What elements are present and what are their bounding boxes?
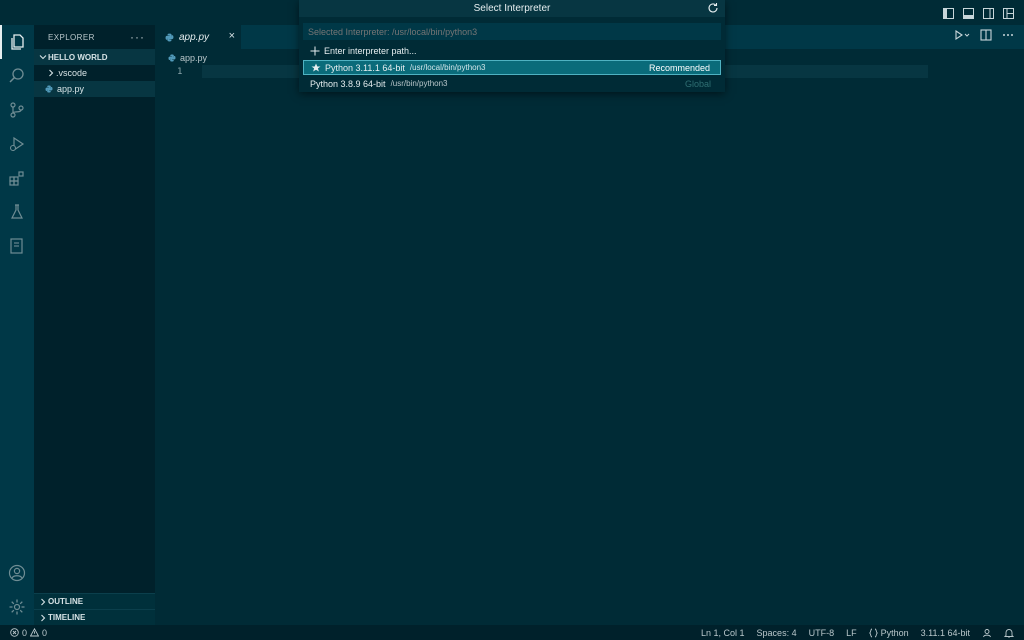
warning-count: 0 [42, 627, 48, 638]
explorer-icon[interactable] [0, 25, 34, 59]
warning-icon [30, 628, 40, 637]
problems-indicator[interactable]: 0 0 [10, 625, 47, 640]
python-file-icon [44, 85, 54, 93]
run-python-file-icon[interactable] [954, 29, 970, 41]
interpreter-option-python-3-11[interactable]: Python 3.11.1 64-bit /usr/local/bin/pyth… [303, 60, 721, 75]
line-number: 1 [177, 67, 183, 77]
more-actions-icon[interactable] [1002, 29, 1014, 41]
editor-actions [954, 29, 1014, 41]
extensions-icon[interactable] [0, 161, 34, 195]
end-of-line[interactable]: LF [846, 628, 857, 638]
toggle-secondary-sidebar-icon[interactable] [980, 5, 996, 21]
refresh-icon[interactable] [707, 2, 719, 14]
tree-item-vscode[interactable]: .vscode [34, 65, 155, 81]
outline-section[interactable]: OUTLINE [34, 593, 155, 609]
braces-icon [868, 628, 878, 638]
error-count: 0 [22, 627, 28, 638]
timeline-label: TIMELINE [48, 613, 86, 622]
code-editor[interactable]: 1 [155, 65, 1024, 625]
chevron-down-icon [38, 53, 48, 61]
split-editor-icon[interactable] [980, 29, 992, 41]
toggle-primary-sidebar-icon[interactable] [940, 5, 956, 21]
chevron-right-icon [38, 614, 48, 622]
status-bar-right: Ln 1, Col 1 Spaces: 4 UTF-8 LF Python 3.… [701, 625, 1014, 640]
accounts-icon[interactable] [0, 556, 34, 590]
close-tab-icon[interactable]: × [229, 30, 235, 42]
notifications-bell-icon[interactable] [1004, 628, 1014, 638]
feedback-icon[interactable] [982, 628, 992, 638]
settings-gear-icon[interactable] [0, 590, 34, 624]
encoding[interactable]: UTF-8 [809, 628, 835, 638]
run-debug-icon[interactable] [0, 127, 34, 161]
timeline-section[interactable]: TIMELINE [34, 609, 155, 625]
python-file-icon [165, 33, 174, 42]
toggle-panel-icon[interactable] [960, 5, 976, 21]
quickpick-title: Select Interpreter [473, 3, 551, 14]
chevron-right-icon [38, 598, 48, 606]
recommended-badge: Recommended [648, 62, 710, 73]
status-bar: 0 0 Ln 1, Col 1 Spaces: 4 UTF-8 LF Pytho… [0, 625, 1024, 640]
outline-label: OUTLINE [48, 597, 84, 606]
testing-icon[interactable] [0, 195, 34, 229]
quickpick-title-bar: Select Interpreter [299, 0, 725, 17]
interpreter-name: Python 3.11.1 64-bit [325, 62, 405, 73]
notebook-icon[interactable] [0, 229, 34, 263]
tree-item-app-py[interactable]: app.py [34, 81, 155, 97]
enter-interpreter-path-option[interactable]: Enter interpreter path... [303, 43, 721, 58]
search-icon[interactable] [0, 59, 34, 93]
python-file-icon [168, 54, 176, 62]
explorer-title: EXPLORER [48, 32, 95, 42]
language-label: Python [880, 627, 909, 638]
tree-item-label: .vscode [56, 68, 88, 78]
customize-layout-icon[interactable] [1000, 5, 1016, 21]
tree-item-label: app.py [57, 84, 85, 94]
workspace-folder-hello-world[interactable]: HELLO WORLD [34, 49, 155, 65]
select-interpreter-quickpick: Select Interpreter Enter interpreter pat… [299, 0, 725, 92]
python-interpreter-version[interactable]: 3.11.1 64-bit [921, 628, 970, 638]
indentation[interactable]: Spaces: 4 [757, 628, 797, 638]
option-label: Enter interpreter path... [324, 45, 417, 56]
explorer-header: EXPLORER ··· [34, 25, 155, 49]
source-control-icon[interactable] [0, 93, 34, 127]
interpreter-search-input[interactable] [303, 23, 721, 40]
more-actions-button[interactable]: ··· [130, 30, 145, 44]
layout-controls [940, 5, 1016, 21]
breadcrumb-file[interactable]: app.py [180, 53, 207, 63]
cursor-position[interactable]: Ln 1, Col 1 [701, 628, 745, 638]
tab-app-py[interactable]: app.py × [155, 25, 241, 49]
star-icon [311, 63, 321, 73]
interpreter-path: /usr/bin/python3 [390, 79, 448, 88]
activity-bar [0, 25, 34, 625]
explorer-sidebar: EXPLORER ··· HELLO WORLD .vscode app.py … [34, 25, 155, 625]
interpreter-option-python-3-8[interactable]: Python 3.8.9 64-bit /usr/bin/python3 Glo… [303, 76, 721, 91]
workspace-folder-label: HELLO WORLD [48, 52, 108, 62]
add-icon [310, 46, 320, 56]
chevron-right-icon [46, 69, 56, 77]
language-mode[interactable]: Python [868, 627, 909, 638]
global-badge: Global [684, 78, 711, 89]
tab-label: app.py [179, 31, 210, 43]
interpreter-path: /usr/local/bin/python3 [409, 63, 486, 72]
error-icon [10, 628, 19, 637]
breadcrumb: app.py [168, 51, 207, 65]
interpreter-name: Python 3.8.9 64-bit [310, 78, 386, 89]
